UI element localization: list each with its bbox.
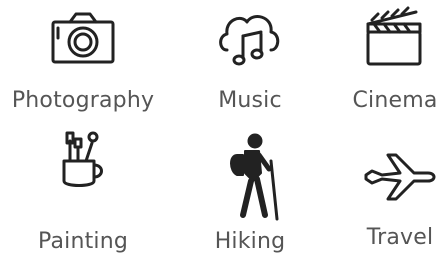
interest-cinema[interactable]: Cinema (320, 0, 443, 120)
interest-hiking[interactable]: Hiking (175, 125, 325, 254)
interest-label: Hiking (214, 229, 286, 254)
music-cloud-icon (219, 15, 280, 66)
interest-label: Photography (11, 88, 155, 113)
interest-label: Cinema (352, 88, 438, 113)
hiker-icon (230, 133, 279, 221)
camera-icon (51, 12, 115, 64)
interest-label: Travel (366, 225, 434, 250)
interest-painting[interactable]: Painting (8, 125, 158, 254)
interest-music[interactable]: Music (175, 0, 325, 120)
interest-label: Painting (37, 229, 129, 254)
airplane-icon (364, 153, 436, 201)
interest-travel[interactable]: Travel (325, 125, 443, 250)
paintbrush-cup-icon (62, 131, 103, 187)
interest-photography[interactable]: Photography (8, 0, 158, 120)
interest-label: Music (218, 88, 282, 113)
clapperboard-icon (366, 6, 422, 66)
